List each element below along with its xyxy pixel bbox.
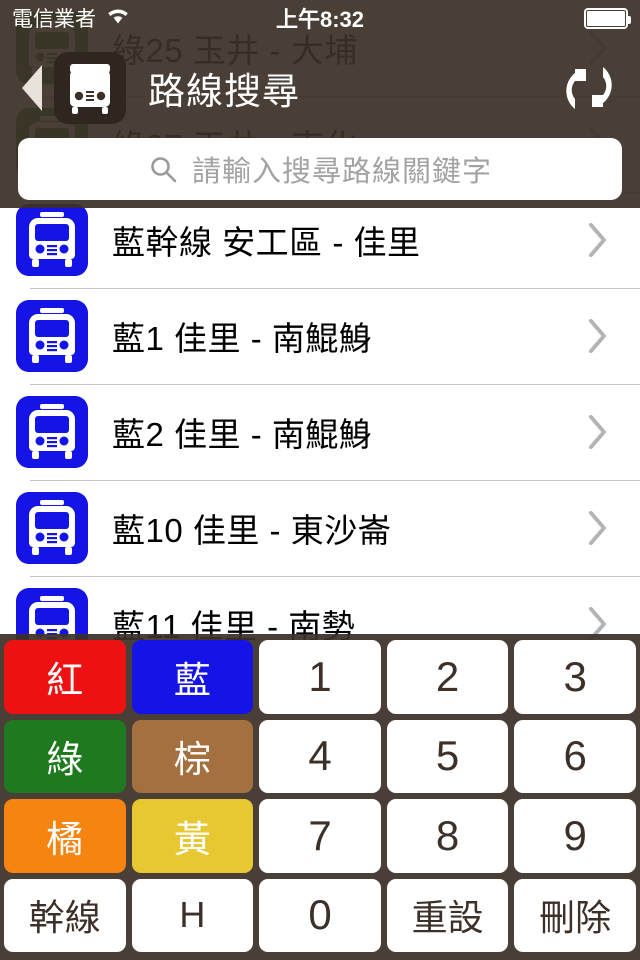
keypad-key-綠[interactable]: 綠 [4,719,126,793]
chevron-right-icon [584,220,610,260]
route-label: 藍2 佳里 - 南鯤鯓 [112,416,373,453]
back-arrow-icon[interactable] [14,62,48,114]
page-title: 路線搜尋 [148,71,300,112]
keypad-key-1[interactable]: 1 [259,640,381,714]
keypad-key-9[interactable]: 9 [514,799,636,873]
route-label: 藍幹線 安工區 - 佳里 [112,224,421,261]
table-row[interactable]: 藍10 佳里 - 東沙崙 [0,480,640,576]
navigation-bar: 路線搜尋 [0,46,640,130]
table-row[interactable]: 藍2 佳里 - 南鯤鯓 [0,384,640,480]
table-row[interactable]: 藍1 佳里 - 南鯤鯓 [0,288,640,384]
search-placeholder: 請輸入搜尋路線關鍵字 [191,156,492,188]
keypad-key-黃[interactable]: 黃 [131,799,254,873]
bus-route-icon [16,300,88,372]
bus-app-icon [54,52,126,124]
app-screen: 綠25 玉井 - 大埔綠27 玉井 - 南化藍幹線 安工區 - 佳里藍1 佳里 … [0,0,640,960]
keypad-key-藍[interactable]: 藍 [131,640,254,714]
chevron-right-icon [584,508,610,548]
search-icon [148,154,178,184]
keypad-key-2[interactable]: 2 [386,640,509,714]
bus-route-icon [16,396,88,468]
refresh-icon[interactable] [560,59,618,117]
route-label: 藍10 佳里 - 東沙崙 [112,512,392,549]
keypad-key-5[interactable]: 5 [386,719,509,793]
bus-route-icon [16,492,88,564]
search-input[interactable]: 請輸入搜尋路線關鍵字 [18,138,622,200]
keypad-key-8[interactable]: 8 [386,799,509,873]
keypad-key-刪除[interactable]: 刪除 [514,878,636,952]
battery-full-icon [584,7,631,29]
status-bar: 電信業者 上午8:32 [0,0,640,36]
keypad-key-3[interactable]: 3 [514,640,636,714]
chevron-right-icon [584,316,610,356]
keypad-key-H[interactable]: H [131,878,254,952]
keypad-key-棕[interactable]: 棕 [131,719,254,793]
route-label: 藍1 佳里 - 南鯤鯓 [112,320,373,357]
keypad-key-幹線[interactable]: 幹線 [4,878,126,952]
keypad-key-4[interactable]: 4 [259,719,381,793]
wifi-icon [105,5,131,31]
keypad-key-0[interactable]: 0 [259,878,381,952]
keypad-key-紅[interactable]: 紅 [4,640,126,714]
carrier-label: 電信業者 [12,8,96,31]
search-field-wrapper[interactable]: 請輸入搜尋路線關鍵字 [18,138,622,200]
keypad-key-重設[interactable]: 重設 [386,878,509,952]
keypad-key-7[interactable]: 7 [259,799,381,873]
route-keypad[interactable]: 紅藍 1 2 3 綠棕 4 5 6 橘黃 7 8 9 幹線 H 0 重設 刪除 [0,634,640,960]
keypad-key-6[interactable]: 6 [514,719,636,793]
bus-route-icon [16,204,88,276]
keypad-key-橘[interactable]: 橘 [4,799,126,873]
chevron-right-icon [584,412,610,452]
